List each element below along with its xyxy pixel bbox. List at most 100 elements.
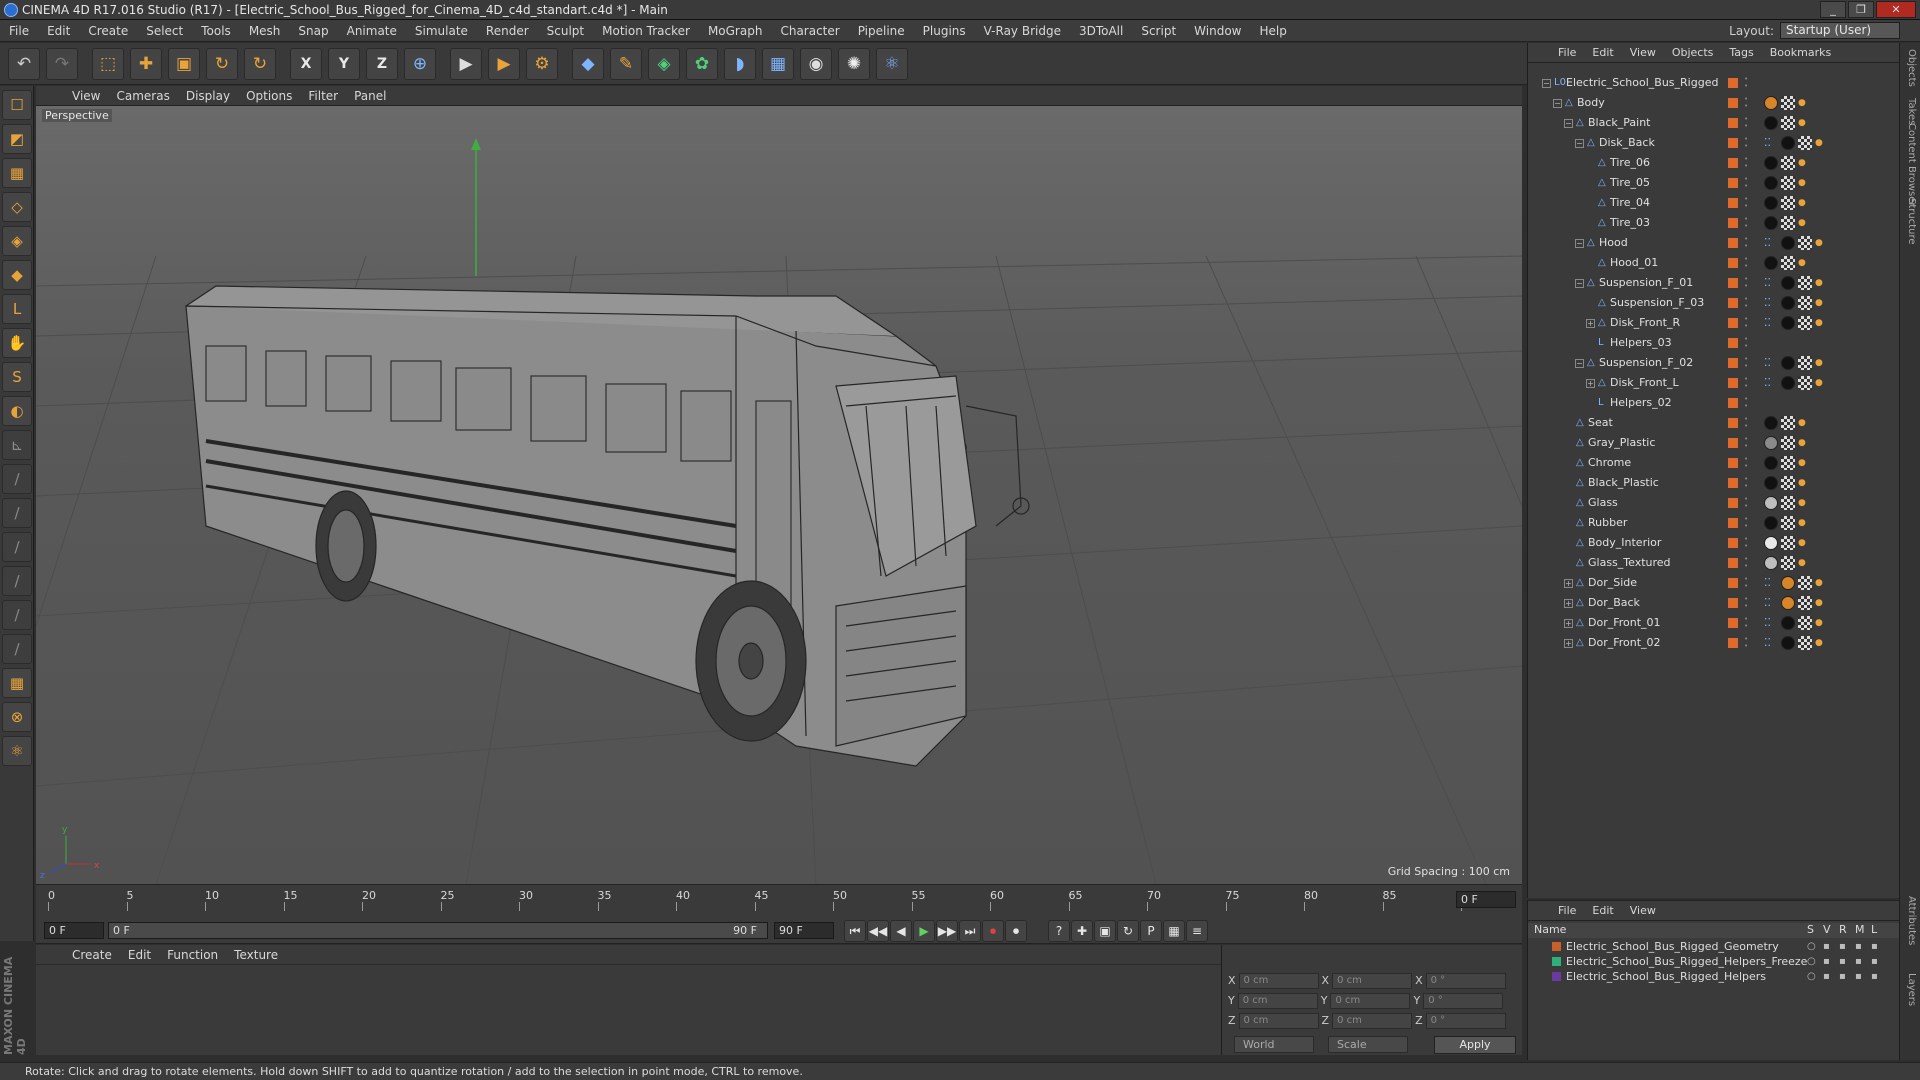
- right-tab-content-browser[interactable]: Content Browser: [1903, 123, 1917, 206]
- material-tag-light-icon[interactable]: [1764, 556, 1778, 570]
- phong-tag-icon[interactable]: ⁚⁚: [1764, 313, 1771, 333]
- visibility-dots-icon[interactable]: • •: [1744, 76, 1748, 90]
- render-picture-viewer-button[interactable]: ▶: [488, 47, 520, 80]
- visibility-dots-icon[interactable]: • •: [1744, 156, 1748, 170]
- layer-color-swatch[interactable]: [1728, 318, 1738, 328]
- visibility-dots-icon[interactable]: • •: [1744, 236, 1748, 250]
- menu-edit[interactable]: Edit: [38, 24, 79, 38]
- material-menu-edit[interactable]: Edit: [120, 948, 159, 962]
- texture-tag-icon[interactable]: [1798, 616, 1812, 630]
- transport-button-2[interactable]: ◀◀: [867, 920, 889, 942]
- camera-object-button[interactable]: ◉: [800, 47, 832, 80]
- material-tag-black-icon[interactable]: [1781, 316, 1795, 330]
- left-tool-20-icon[interactable]: ⚛: [2, 736, 32, 766]
- left-tool-4-icon[interactable]: ◇: [2, 192, 32, 222]
- layer-color-swatch[interactable]: [1728, 458, 1738, 468]
- manager-toggle-icon[interactable]: ▪: [1855, 939, 1862, 954]
- layer-color-swatch[interactable]: [1552, 972, 1561, 981]
- transport-button-15[interactable]: ≡: [1186, 920, 1208, 942]
- left-tool-11-icon[interactable]: ⊾: [2, 430, 32, 460]
- visibility-dots-icon[interactable]: • •: [1744, 296, 1748, 310]
- frame-ruler[interactable]: 051015202530354045505560657075808590: [48, 889, 1488, 911]
- material-tag-black-icon[interactable]: [1781, 296, 1795, 310]
- menu-mesh[interactable]: Mesh: [240, 24, 290, 38]
- right-tab-objects[interactable]: Objects: [1903, 49, 1917, 87]
- end-frame-field[interactable]: 90 F: [774, 922, 834, 939]
- phong-tag-icon[interactable]: ⁚⁚: [1764, 273, 1771, 293]
- object-menu-file[interactable]: File: [1550, 46, 1584, 59]
- deformer-button[interactable]: ◗: [724, 47, 756, 80]
- layer-color-swatch[interactable]: [1728, 498, 1738, 508]
- transport-button-13[interactable]: P: [1140, 920, 1162, 942]
- layer-color-swatch[interactable]: [1728, 358, 1738, 368]
- object-row-tire-03[interactable]: △ Tire_03 • • ●: [1528, 213, 1900, 233]
- timeline-ruler[interactable]: 051015202530354045505560657075808590 0 F: [36, 884, 1522, 918]
- layer-color-swatch[interactable]: [1552, 942, 1561, 951]
- left-tool-8-icon[interactable]: ✋: [2, 328, 32, 358]
- manager-toggle-icon[interactable]: ▪: [1855, 969, 1862, 984]
- left-tool-19-icon[interactable]: ⊗: [2, 702, 32, 732]
- material-tag-gray-icon[interactable]: [1764, 436, 1778, 450]
- object-row-gray-plastic[interactable]: △ Gray_Plastic • • ●: [1528, 433, 1900, 453]
- texture-tag-icon[interactable]: [1798, 356, 1812, 370]
- visibility-dots-icon[interactable]: • •: [1744, 356, 1748, 370]
- object-row-helpers-02[interactable]: L Helpers_02 • •: [1528, 393, 1900, 413]
- material-tag-black-icon[interactable]: [1764, 176, 1778, 190]
- material-tag-light-icon[interactable]: [1764, 496, 1778, 510]
- expand-toggle-icon[interactable]: +: [1564, 619, 1573, 628]
- menu-snap[interactable]: Snap: [289, 24, 337, 38]
- material-tag-white-icon[interactable]: [1764, 536, 1778, 550]
- phong-tag-icon[interactable]: ⁚⁚: [1764, 373, 1771, 393]
- material-tag-black-icon[interactable]: [1781, 276, 1795, 290]
- object-row-dor-front-02[interactable]: + △ Dor_Front_02 • • ⁚⁚ ●: [1528, 633, 1900, 653]
- redo-button[interactable]: ↷: [46, 47, 78, 80]
- visibility-dots-icon[interactable]: • •: [1744, 576, 1748, 590]
- visibility-dots-icon[interactable]: • •: [1744, 216, 1748, 230]
- menu-create[interactable]: Create: [79, 24, 137, 38]
- left-tool-6-icon[interactable]: ◆: [2, 260, 32, 290]
- texture-tag-icon[interactable]: [1781, 96, 1795, 110]
- material-menu-create[interactable]: Create: [64, 948, 120, 962]
- left-tool-3-icon[interactable]: ▦: [2, 158, 32, 188]
- layout-dropdown[interactable]: Startup (User): [1780, 22, 1900, 39]
- expand-toggle-icon[interactable]: −: [1575, 279, 1584, 288]
- render-toggle-icon[interactable]: ▪: [1839, 954, 1846, 969]
- material-menu-texture[interactable]: Texture: [226, 948, 286, 962]
- position-y-field[interactable]: 0 cm: [1237, 992, 1318, 1009]
- transport-button-5[interactable]: ▶▶: [936, 920, 958, 942]
- visible-toggle-icon[interactable]: ▪: [1823, 939, 1830, 954]
- rotation-y-field[interactable]: 0 °: [1423, 992, 1504, 1009]
- close-button[interactable]: ✕: [1876, 1, 1916, 18]
- material-tag-black-icon[interactable]: [1781, 136, 1795, 150]
- menu-3dtoall[interactable]: 3DToAll: [1070, 24, 1132, 38]
- layer-color-swatch[interactable]: [1728, 398, 1738, 408]
- object-row-glass[interactable]: △ Glass • • ●: [1528, 493, 1900, 513]
- x-axis-lock-button[interactable]: X: [290, 47, 322, 80]
- layer-color-swatch[interactable]: [1728, 218, 1738, 228]
- position-z-field[interactable]: 0 cm: [1238, 1012, 1319, 1029]
- python-script-button[interactable]: ⚛: [876, 47, 908, 80]
- layer-color-swatch[interactable]: [1728, 638, 1738, 648]
- phong-tag-icon[interactable]: ⁚⁚: [1764, 133, 1771, 153]
- layer-color-swatch[interactable]: [1728, 418, 1738, 428]
- layer-color-swatch[interactable]: [1728, 138, 1738, 148]
- position-x-field[interactable]: 0 cm: [1238, 972, 1319, 989]
- object-menu-edit[interactable]: Edit: [1584, 46, 1621, 59]
- object-row-suspension-f-03[interactable]: △ Suspension_F_03 • • ⁚⁚ ●: [1528, 293, 1900, 313]
- material-tag-black-icon[interactable]: [1781, 236, 1795, 250]
- texture-tag-icon[interactable]: [1798, 636, 1812, 650]
- material-tag-orange-icon[interactable]: [1781, 576, 1795, 590]
- maximize-button[interactable]: ❐: [1848, 1, 1874, 18]
- world-coordinates-button[interactable]: ⊕: [404, 47, 436, 80]
- object-row-hood-01[interactable]: △ Hood_01 • • ●: [1528, 253, 1900, 273]
- visibility-dots-icon[interactable]: • •: [1744, 416, 1748, 430]
- object-menu-bookmarks[interactable]: Bookmarks: [1762, 46, 1839, 59]
- menu-v-ray-bridge[interactable]: V-Ray Bridge: [975, 24, 1070, 38]
- left-tool-17-icon[interactable]: ∕: [2, 634, 32, 664]
- object-row-tire-05[interactable]: △ Tire_05 • • ●: [1528, 173, 1900, 193]
- selection-tag-icon[interactable]: ●: [1815, 133, 1823, 153]
- selection-tag-icon[interactable]: ●: [1798, 213, 1806, 233]
- move-tool-button[interactable]: ✚: [130, 47, 162, 80]
- viewport-scene[interactable]: y z x: [36, 106, 1522, 884]
- texture-tag-icon[interactable]: [1781, 116, 1795, 130]
